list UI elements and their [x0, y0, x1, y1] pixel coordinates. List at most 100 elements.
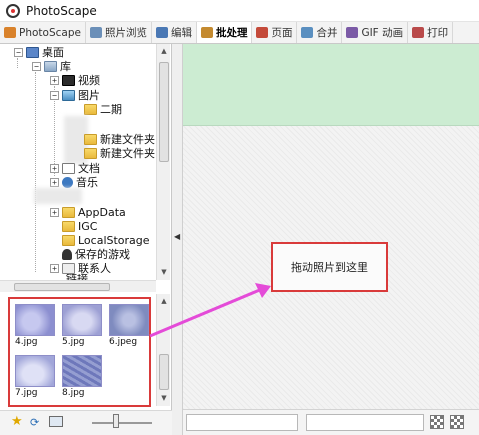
tab-photoscape[interactable]: PhotoScape	[0, 22, 86, 43]
batch-settings-band	[183, 44, 479, 126]
drop-hint-text: 拖动照片到这里	[291, 261, 368, 274]
thumbnail-item[interactable]: 8.jpg	[62, 355, 102, 398]
checker-icon[interactable]	[430, 415, 444, 429]
tree-item-desktop[interactable]: − 桌面	[14, 45, 64, 59]
tab-label: 页面	[271, 27, 293, 39]
tree-item-localstorage[interactable]: LocalStorage	[62, 233, 150, 247]
slider-handle[interactable]	[113, 414, 119, 428]
thumbnail-item[interactable]: 5.jpg	[62, 304, 102, 347]
editor-icon	[155, 27, 168, 38]
redacted-area	[34, 188, 82, 204]
tree-item-contacts[interactable]: + 联系人	[50, 261, 111, 275]
tree-item-igc[interactable]: IGC	[62, 219, 97, 233]
expand-icon[interactable]: +	[50, 75, 59, 85]
tab-label: 合并	[316, 27, 338, 39]
tree-item-new-folder-1[interactable]: 新建文件夹	[84, 132, 155, 146]
rotate-icon[interactable]: ⟳	[30, 416, 39, 429]
panel-splitter[interactable]: ◀	[172, 44, 183, 435]
collapse-icon[interactable]: −	[14, 47, 23, 57]
drop-hint-box: 拖动照片到这里	[271, 242, 388, 292]
contacts-icon	[62, 262, 75, 274]
tree-label: 库	[60, 60, 71, 73]
thumbnail-toolbar: ★ ⟳	[0, 410, 172, 435]
saved-games-icon	[62, 248, 72, 260]
scroll-up-icon[interactable]: ▲	[158, 295, 170, 307]
tree-item-erqi[interactable]: 二期	[84, 102, 122, 116]
desktop-icon	[26, 46, 39, 58]
batch-icon	[200, 27, 213, 38]
tree-label: 二期	[100, 103, 122, 116]
tree-label: 图片	[78, 89, 100, 102]
thumbnail-filename: 6.jpeg	[109, 337, 138, 347]
video-folder-icon	[62, 74, 75, 86]
scroll-down-icon[interactable]: ▼	[158, 266, 170, 278]
tree-item-videos[interactable]: + 视频	[50, 73, 100, 87]
tab-label: 批处理	[215, 27, 248, 39]
viewer-icon	[89, 27, 102, 38]
thumbnail-scrollbar[interactable]: ▲ ▼	[156, 294, 170, 406]
scroll-down-icon[interactable]: ▼	[158, 392, 170, 404]
thumbnail-item[interactable]: 6.jpeg	[109, 304, 149, 347]
tree-item-saved-games[interactable]: 保存的游戏	[62, 247, 130, 261]
documents-folder-icon	[62, 162, 75, 174]
view-mode-icon[interactable]	[49, 416, 63, 427]
tree-label: 视频	[78, 74, 100, 87]
collapse-arrow-icon[interactable]: ◀	[174, 232, 180, 241]
thumbnail-size-slider[interactable]	[92, 422, 152, 424]
folder-icon	[62, 234, 75, 246]
tree-horizontal-scrollbar[interactable]	[0, 280, 156, 292]
window-title: PhotoScape	[26, 3, 97, 18]
tree-label: IGC	[78, 219, 98, 233]
tab-page[interactable]: 页面	[252, 22, 298, 43]
page-icon	[256, 27, 269, 38]
tab-label: 照片浏览	[104, 27, 147, 39]
tab-batch[interactable]: 批处理	[196, 22, 253, 43]
music-folder-icon	[62, 176, 73, 188]
tab-viewer[interactable]: 照片浏览	[86, 22, 152, 43]
tab-gif[interactable]: GIF 动画	[342, 22, 409, 43]
collapse-icon[interactable]: −	[50, 90, 59, 100]
tree-label: LocalStorage	[78, 233, 150, 247]
tab-combine[interactable]: 合并	[297, 22, 343, 43]
scroll-thumb[interactable]	[14, 283, 110, 291]
expand-icon[interactable]: +	[50, 263, 59, 273]
status-field	[186, 414, 298, 431]
photo-thumbnail	[15, 304, 55, 336]
left-panel: − 桌面 − 库 + 视频 − 图片 二期 新建文件夹 新建文件夹 + 文档 +…	[0, 44, 172, 435]
folder-icon	[62, 206, 75, 218]
tab-bar: PhotoScape 照片浏览 编辑 批处理 页面 合并 GIF 动画 打印	[0, 22, 479, 44]
thumbnail-grid: 4.jpg 5.jpg 6.jpeg 7.jpg 8.jpg	[8, 297, 151, 407]
thumbnail-item[interactable]: 7.jpg	[15, 355, 55, 398]
tree-item-documents[interactable]: + 文档	[50, 161, 100, 175]
thumbnail-item[interactable]: 4.jpg	[15, 304, 55, 347]
expand-icon[interactable]: +	[50, 163, 59, 173]
folder-icon	[84, 133, 97, 145]
fit-icon[interactable]	[450, 415, 464, 429]
tree-item-appdata[interactable]: + AppData	[50, 205, 126, 219]
tree-item-music[interactable]: + 音乐	[50, 175, 98, 189]
favorite-star-icon[interactable]: ★	[11, 415, 23, 428]
photo-thumbnail	[62, 355, 102, 387]
library-icon	[44, 60, 57, 72]
tab-editor[interactable]: 编辑	[152, 22, 197, 43]
scroll-up-icon[interactable]: ▲	[158, 45, 170, 57]
tree-item-new-folder-2[interactable]: 新建文件夹	[84, 146, 155, 160]
thumbnail-filename: 5.jpg	[62, 337, 85, 347]
scroll-thumb[interactable]	[159, 62, 169, 162]
tab-print[interactable]: 打印	[408, 22, 454, 43]
folder-icon	[62, 220, 75, 232]
tab-label: PhotoScape	[19, 26, 81, 39]
tree-vertical-scrollbar[interactable]: ▲ ▼	[156, 44, 170, 280]
gif-icon	[346, 27, 359, 38]
expand-icon[interactable]: +	[50, 177, 59, 187]
thumbnail-filename: 4.jpg	[15, 337, 38, 347]
expand-icon[interactable]: +	[50, 207, 59, 217]
scroll-thumb[interactable]	[159, 354, 169, 390]
collapse-icon[interactable]: −	[32, 61, 41, 71]
tree-item-library[interactable]: − 库	[32, 59, 71, 73]
folder-icon	[84, 147, 97, 159]
title-bar: PhotoScape	[0, 0, 479, 22]
tree-item-pictures[interactable]: − 图片	[50, 88, 100, 102]
tree-label: 新建文件夹	[100, 147, 155, 160]
photo-thumbnail	[62, 304, 102, 336]
